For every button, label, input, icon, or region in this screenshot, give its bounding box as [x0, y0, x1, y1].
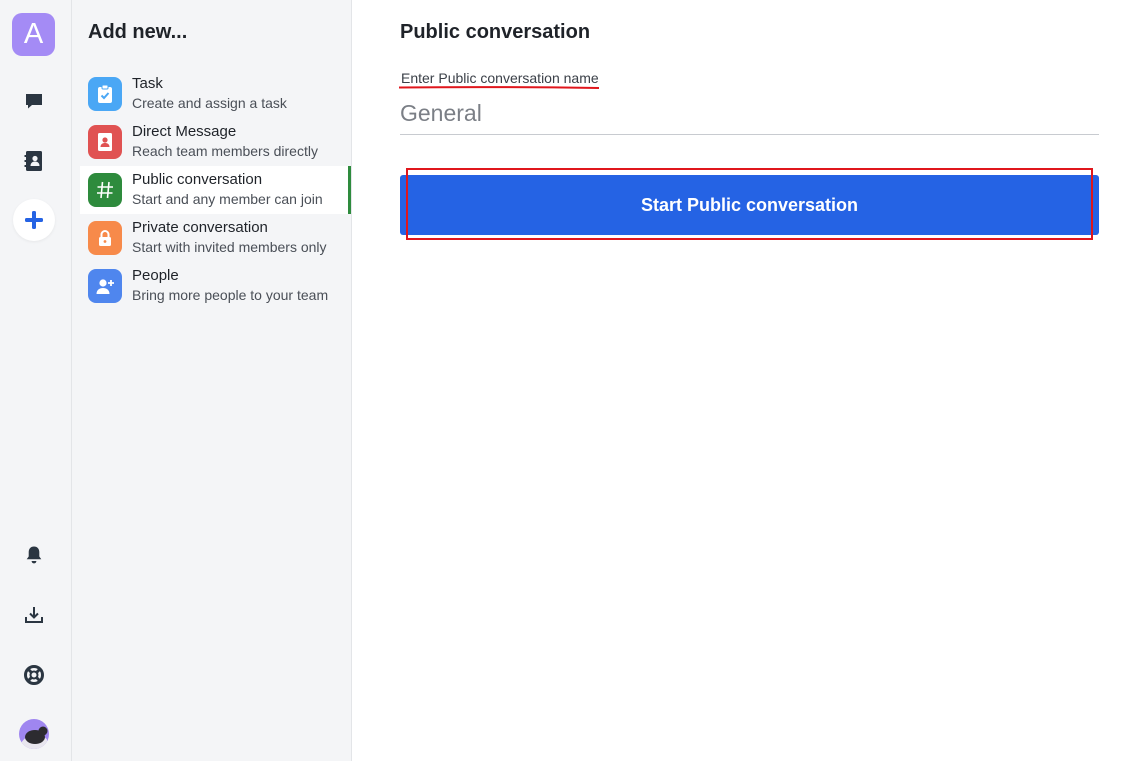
menu-item-label: People	[132, 267, 179, 284]
menu-item-description: Bring more people to your team	[132, 287, 329, 303]
contacts-book-icon[interactable]	[13, 140, 55, 182]
user-avatar[interactable]	[19, 719, 49, 749]
add-person-icon	[88, 269, 122, 303]
icon-rail: A	[0, 0, 72, 761]
plus-icon[interactable]	[13, 199, 55, 241]
lifebuoy-icon[interactable]	[13, 654, 55, 696]
conversation-name-input[interactable]	[400, 92, 1099, 135]
lock-icon	[88, 221, 122, 255]
annotation-underline	[399, 86, 599, 89]
menu-item-label: Public conversation	[132, 171, 263, 188]
hash-icon	[88, 173, 122, 207]
menu-item-public-conversation[interactable]: Public conversation Start and any member…	[80, 166, 351, 214]
menu-item-label: Direct Message	[132, 123, 237, 140]
panel-title: Add new...	[88, 21, 188, 43]
menu-item-task[interactable]: Task Create and assign a task	[80, 70, 351, 118]
conversation-name-label: Enter Public conversation name	[401, 70, 599, 86]
main-content: Public conversation Enter Public convers…	[352, 0, 1140, 761]
contact-card-icon	[88, 125, 122, 159]
chat-bubble-icon[interactable]	[13, 80, 55, 122]
menu-item-description: Start with invited members only	[132, 239, 327, 255]
menu-item-people[interactable]: People Bring more people to your team	[80, 262, 351, 310]
menu-item-description: Create and assign a task	[132, 95, 287, 111]
bell-icon[interactable]	[13, 534, 55, 576]
workspace-avatar[interactable]: A	[12, 13, 55, 56]
download-icon[interactable]	[13, 594, 55, 636]
add-new-menu: Task Create and assign a task Direct Mes…	[80, 70, 351, 310]
menu-item-description: Reach team members directly	[132, 143, 318, 159]
menu-item-label: Task	[132, 75, 163, 92]
menu-item-description: Start and any member can join	[132, 191, 323, 207]
clipboard-check-icon	[88, 77, 122, 111]
menu-item-label: Private conversation	[132, 219, 268, 236]
add-new-panel: Add new... Task Create and assign a task…	[72, 0, 352, 761]
menu-item-private-conversation[interactable]: Private conversation Start with invited …	[80, 214, 351, 262]
form-title: Public conversation	[400, 21, 591, 43]
start-public-conversation-button[interactable]: Start Public conversation	[400, 175, 1099, 235]
menu-item-direct-message[interactable]: Direct Message Reach team members direct…	[80, 118, 351, 166]
